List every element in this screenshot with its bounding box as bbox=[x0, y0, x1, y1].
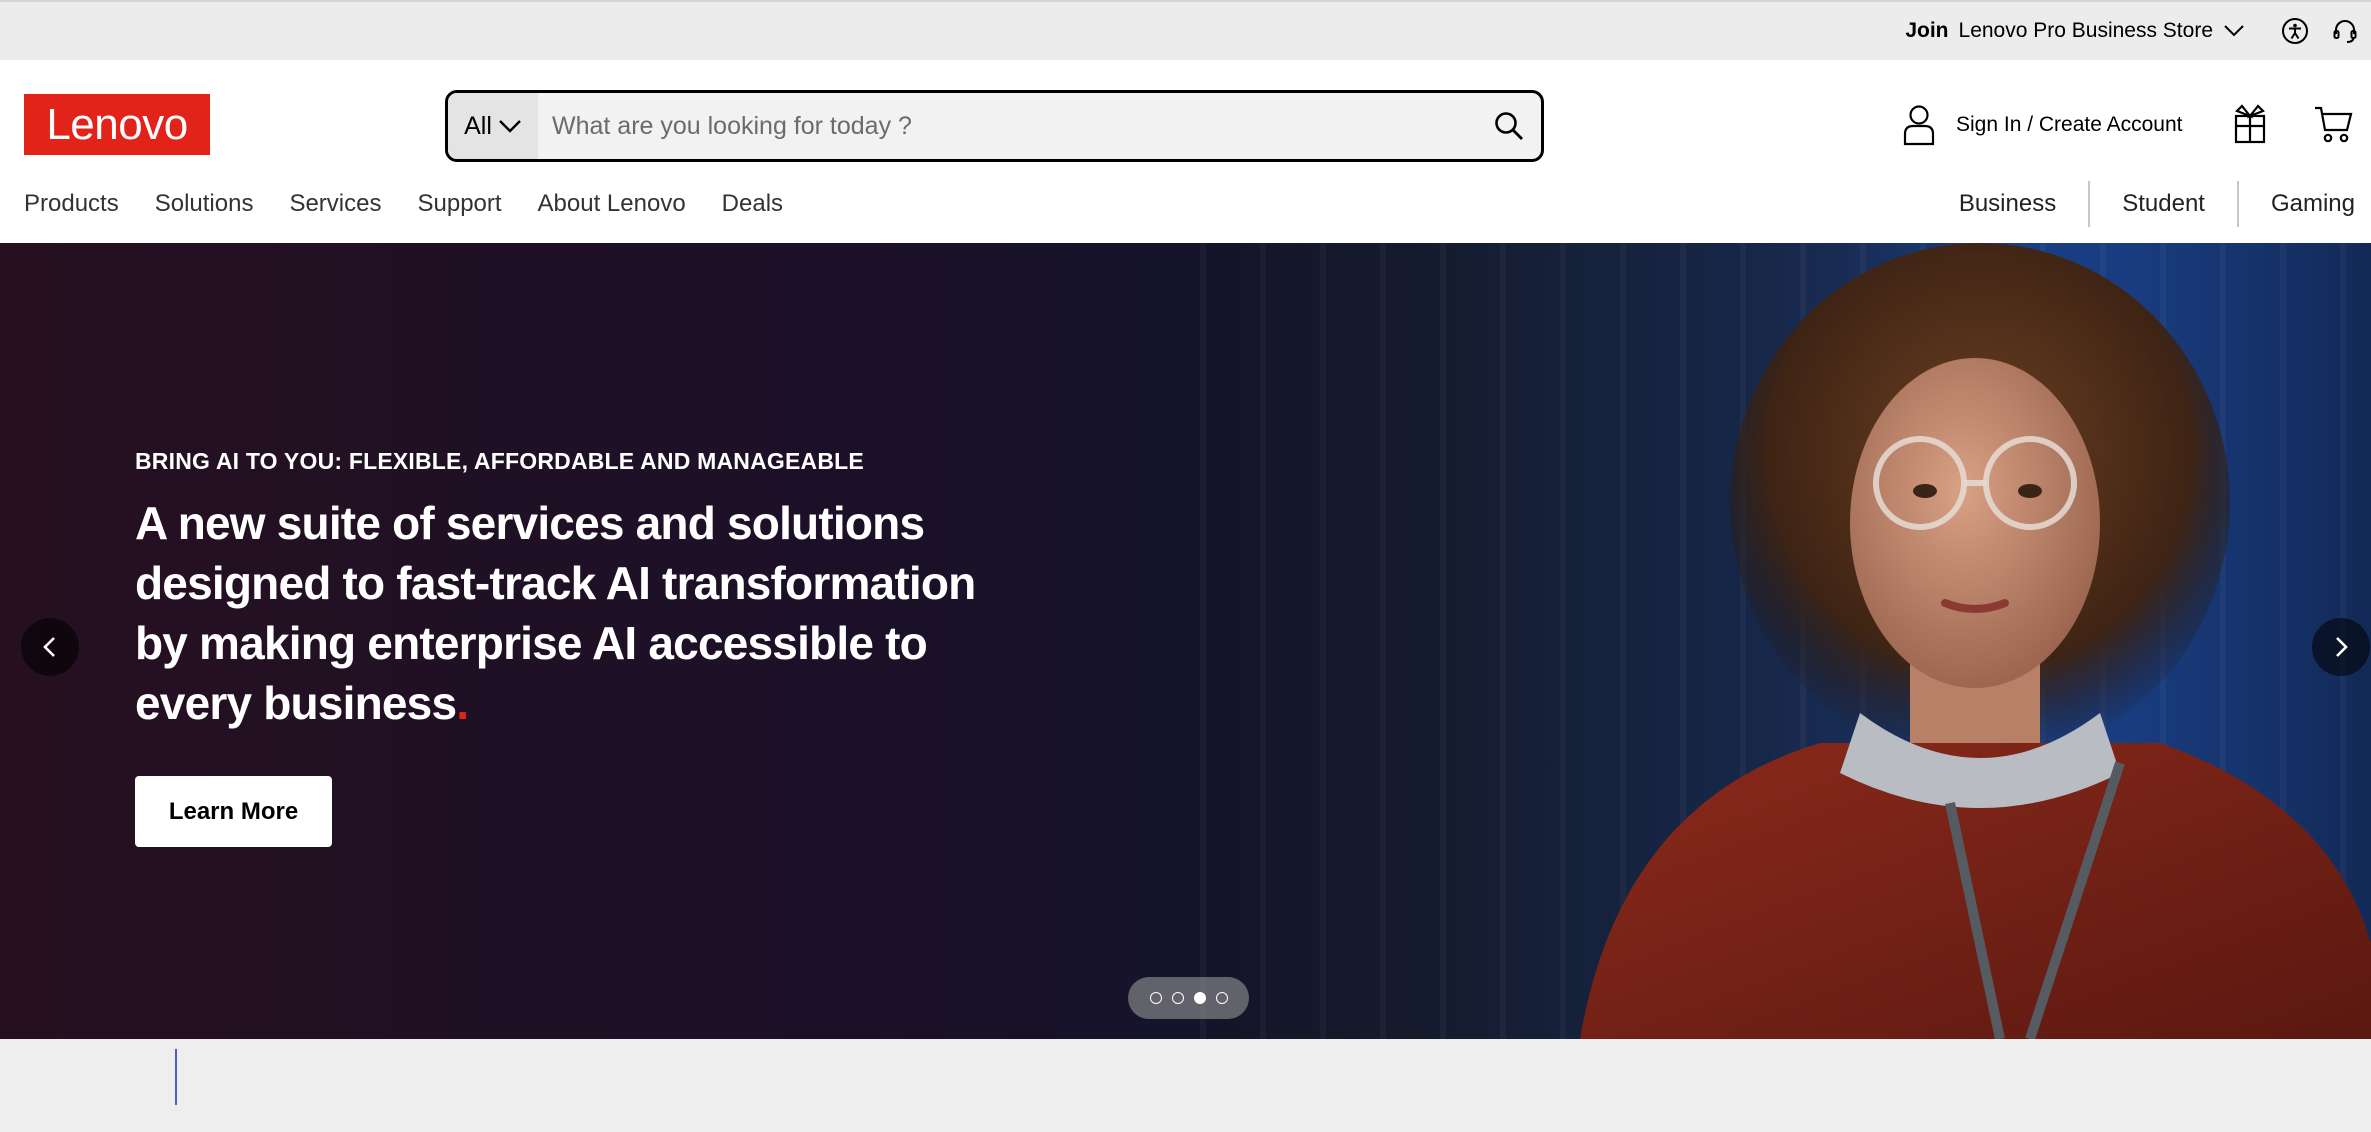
store-selector[interactable]: Join Lenovo Pro Business Store bbox=[1905, 19, 2245, 43]
chevron-left-icon bbox=[43, 637, 55, 657]
gift-icon bbox=[2234, 104, 2266, 144]
gift-button[interactable] bbox=[2233, 102, 2267, 149]
learn-more-button[interactable]: Learn More bbox=[135, 776, 332, 847]
segment-nav: Business Student Gaming bbox=[1927, 180, 2355, 228]
carousel-dot-1[interactable] bbox=[1149, 992, 1162, 1004]
carousel-pagination bbox=[1128, 977, 1249, 1019]
account-link[interactable]: Sign In / Create Account bbox=[1902, 104, 2182, 146]
search-category-select[interactable]: All bbox=[448, 93, 538, 159]
lenovo-logo[interactable]: Lenovo bbox=[24, 94, 210, 155]
nav-item-solutions[interactable]: Solutions bbox=[155, 190, 254, 218]
hero-headline-text: A new suite of services and solutions de… bbox=[135, 497, 976, 729]
nav-item-support[interactable]: Support bbox=[417, 190, 501, 218]
segment-business[interactable]: Business bbox=[1927, 180, 2088, 228]
chevron-down-icon bbox=[2224, 25, 2244, 37]
carousel-next-button[interactable] bbox=[2312, 618, 2370, 676]
nav-item-deals[interactable]: Deals bbox=[722, 190, 783, 218]
search-bar: All bbox=[445, 90, 1544, 162]
search-icon bbox=[1495, 112, 1523, 140]
account-label: Sign In / Create Account bbox=[1956, 113, 2183, 136]
chevron-down-icon bbox=[499, 120, 521, 133]
store-label: Lenovo Pro Business Store bbox=[1958, 19, 2213, 42]
user-icon bbox=[1903, 105, 1935, 146]
carousel-prev-button[interactable] bbox=[21, 618, 79, 676]
hero-eyebrow: BRING AI TO YOU: FLEXIBLE, AFFORDABLE AN… bbox=[135, 448, 864, 474]
nav-item-about-lenovo[interactable]: About Lenovo bbox=[538, 190, 686, 218]
segment-student[interactable]: Student bbox=[2090, 180, 2237, 228]
hero-headline-dot: . bbox=[456, 677, 469, 729]
hero-person-image bbox=[1580, 243, 2371, 1039]
accessibility-icon[interactable] bbox=[2281, 17, 2309, 45]
join-label[interactable]: Join bbox=[1905, 19, 1948, 43]
search-category-label: All bbox=[464, 111, 492, 140]
chevron-right-icon bbox=[2336, 637, 2348, 657]
nav-item-products[interactable]: Products bbox=[24, 190, 119, 218]
logo-text: Lenovo bbox=[46, 99, 188, 149]
carousel-dot-2[interactable] bbox=[1171, 992, 1184, 1004]
main-nav: Products Solutions Services Support Abou… bbox=[24, 190, 819, 218]
content-strip bbox=[0, 1039, 2371, 1132]
search-button[interactable] bbox=[1477, 93, 1541, 159]
utility-bar: Join Lenovo Pro Business Store bbox=[0, 0, 2371, 60]
cart-button[interactable] bbox=[2313, 102, 2353, 149]
hero-headline: A new suite of services and solutions de… bbox=[135, 493, 1035, 733]
utility-actions: Join Lenovo Pro Business Store bbox=[1905, 2, 2371, 60]
nav-item-services[interactable]: Services bbox=[289, 190, 381, 218]
hero-text-block: BRING AI TO YOU: FLEXIBLE, AFFORDABLE AN… bbox=[135, 448, 1035, 733]
carousel-dot-3[interactable] bbox=[1193, 992, 1206, 1004]
site-header: Lenovo All Sign In / Create Account bbox=[0, 60, 2371, 243]
carousel-dot-4[interactable] bbox=[1215, 992, 1228, 1004]
focus-indicator bbox=[175, 1049, 177, 1105]
search-input[interactable] bbox=[538, 93, 1477, 159]
hero-carousel: BRING AI TO YOU: FLEXIBLE, AFFORDABLE AN… bbox=[0, 243, 2371, 1039]
cart-icon bbox=[2315, 106, 2353, 143]
segment-gaming[interactable]: Gaming bbox=[2239, 180, 2355, 228]
headset-icon[interactable] bbox=[2331, 17, 2359, 45]
